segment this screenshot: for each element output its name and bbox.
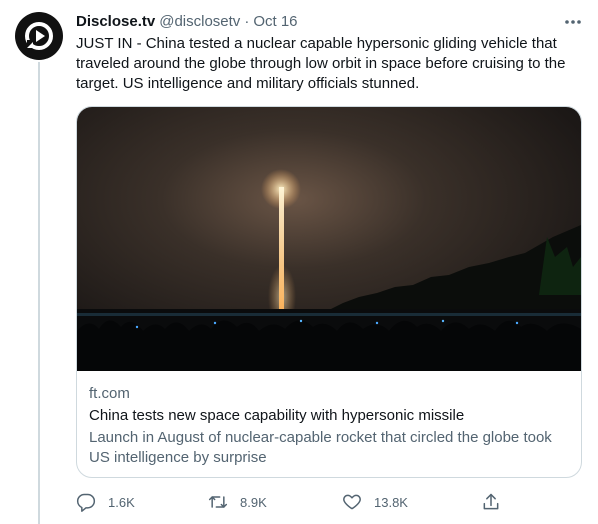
link-card[interactable]: ft.com China tests new space capability …: [76, 106, 582, 478]
like-button[interactable]: 13.8K: [342, 490, 408, 514]
disclose-tv-logo-icon: [25, 22, 53, 50]
thread-line: [38, 62, 40, 524]
card-title: China tests new space capability with hy…: [89, 407, 465, 424]
tweet-date[interactable]: Oct 16: [253, 12, 297, 32]
author-handle[interactable]: @disclosetv: [159, 12, 240, 32]
card-domain: ft.com: [89, 385, 130, 402]
tweet-text: JUST IN - China tested a nuclear capable…: [76, 35, 566, 92]
more-options-button[interactable]: [560, 10, 586, 34]
tweet-actions: 1.6K 8.9K 13.8K: [76, 490, 506, 514]
reply-button[interactable]: 1.6K: [76, 490, 135, 514]
share-icon: [483, 493, 499, 510]
retweet-count: 8.9K: [240, 494, 267, 510]
avatar[interactable]: [15, 12, 63, 60]
reply-count: 1.6K: [108, 494, 135, 510]
separator-dot: ·: [244, 13, 250, 30]
share-button[interactable]: [481, 490, 501, 514]
author-name[interactable]: Disclose.tv: [76, 12, 155, 32]
tweet-header: Disclose.tv @disclosetv · Oct 16: [76, 12, 298, 32]
retweet-icon: [208, 496, 228, 508]
rocket-trail: [279, 187, 284, 311]
retweet-button[interactable]: 8.9K: [208, 490, 267, 514]
crowd: [77, 320, 581, 371]
card-image: [77, 107, 581, 371]
heart-icon: [343, 494, 361, 510]
more-dots-icon: [565, 20, 581, 24]
card-description: Launch in August of nuclear-capable rock…: [89, 429, 552, 466]
like-count: 13.8K: [374, 494, 408, 510]
reply-icon: [76, 493, 96, 512]
